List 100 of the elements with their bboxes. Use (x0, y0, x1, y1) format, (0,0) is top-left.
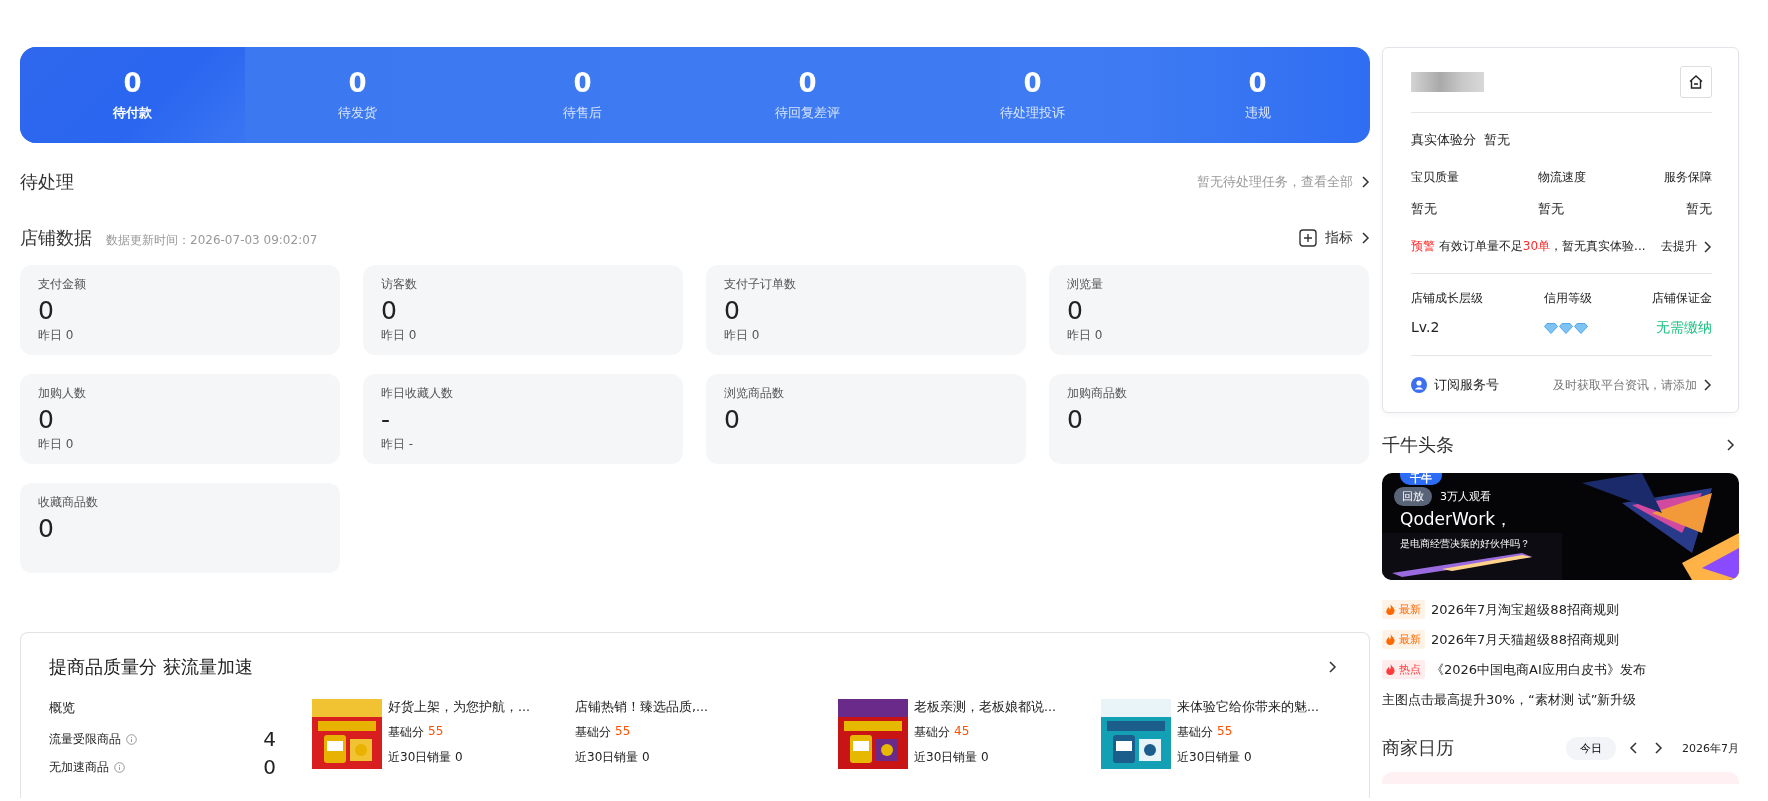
score-value: 55 (1217, 724, 1233, 740)
metric-yesterday: 昨日 0 (724, 327, 761, 344)
metric-label: 支付金额 (38, 276, 87, 293)
panel-title: 提商品质量分 获流量加速 (49, 655, 253, 679)
user-icon (1411, 377, 1427, 393)
banner-subheading: 是电商经营决策的好伙伴吗？ (1400, 537, 1530, 551)
metric-value: - (381, 404, 392, 436)
summary-tab[interactable]: 0 待售后 (470, 47, 695, 143)
metric-label: 加购商品数 (1067, 385, 1128, 402)
chevron-right-icon (1654, 742, 1663, 754)
metric-label: 浏览商品数 (724, 385, 785, 402)
metric-yesterday: 昨日 0 (381, 327, 418, 344)
level-value: Lv.2 (1411, 319, 1441, 335)
summary-tab[interactable]: 0 待付款 (20, 47, 245, 143)
chevron-right-icon (1703, 240, 1712, 253)
product-item[interactable]: 老板亲测，老板娘都说... 基础分 45 近30日销量 0 (838, 699, 1101, 781)
score-label: 基础分 (1177, 724, 1213, 741)
sales-count: 近30日销量 0 (1177, 749, 1253, 766)
flame-icon (1386, 664, 1395, 675)
level-label: 店铺保证金 (1652, 290, 1712, 307)
chevron-right-icon (1703, 379, 1712, 391)
score-value: 暂无 (1411, 200, 1438, 218)
metric-label: 收藏商品数 (38, 494, 99, 511)
summary-tab[interactable]: 0 待回复差评 (695, 47, 920, 143)
news-tag: 最新 (1382, 600, 1425, 619)
chevron-right-icon (1726, 439, 1735, 451)
summary-tab[interactable]: 0 待处理投诉 (920, 47, 1145, 143)
metric-label: 支付子订单数 (724, 276, 797, 293)
score-value: 暂无 (1484, 131, 1510, 149)
product-title: 好货上架，为您护航，... (388, 699, 530, 716)
video-banner[interactable]: 千牛 回放 3万人观看 QoderWork， 是电商经营决策的好伙伴吗？ (1382, 473, 1739, 580)
chevron-right-icon (1361, 232, 1370, 244)
overview-title: 概览 (49, 699, 76, 717)
banner-heading: QoderWork， (1400, 508, 1514, 531)
info-icon (114, 761, 125, 773)
info-icon (126, 733, 137, 745)
metric-value: 0 (38, 295, 55, 327)
metric-label: 浏览量 (1067, 276, 1104, 293)
add-link[interactable]: 及时获取平台资讯，请添加 (1553, 376, 1712, 394)
overview-value: 4 (263, 727, 276, 751)
metric-value: 0 (381, 295, 398, 327)
product-item[interactable]: 店铺热销！臻选品质,... 基础分 55 近30日销量 0 (575, 699, 838, 781)
news-tag: 最新 (1382, 630, 1425, 649)
summary-tab[interactable]: 0 违规 (1145, 47, 1370, 143)
subscribe-link[interactable]: 订阅服务号 (1411, 376, 1499, 394)
metric-value: 0 (1067, 404, 1084, 436)
metric-label: 访客数 (381, 276, 418, 293)
section-title: 店铺数据 (20, 226, 92, 250)
logo-tab: 千牛 (1400, 473, 1442, 485)
chevron-right-icon (1328, 661, 1337, 673)
overview-label: 无加速商品 (49, 758, 109, 776)
score-value: 55 (428, 724, 444, 740)
home-icon (1688, 74, 1704, 90)
flame-icon (1386, 604, 1395, 615)
score-label: 基础分 (388, 724, 424, 741)
score-label: 服务保障 (1664, 169, 1712, 186)
score-label: 基础分 (914, 724, 950, 741)
news-link[interactable]: 最新 2026年7月天猫超级88招商规则 (1382, 629, 1739, 650)
level-label: 店铺成长层级 (1411, 290, 1483, 307)
metric-label: 昨日收藏人数 (381, 385, 454, 402)
news-link[interactable]: 热点 《2026中国电商AI应用白皮书》发布 (1382, 659, 1739, 680)
diamond-icon (1573, 323, 1588, 334)
deposit-status: 无需缴纳 (1656, 319, 1712, 337)
viewer-count: 3万人观看 (1440, 489, 1491, 504)
news-tag: 热点 (1382, 660, 1425, 679)
sales-count: 近30日销量 0 (914, 749, 990, 766)
update-time: 数据更新时间：2026-07-03 09:02:07 (106, 232, 318, 249)
sales-count: 近30日销量 0 (575, 749, 651, 766)
product-item[interactable]: 来体验它给你带来的魅... 基础分 55 近30日销量 0 (1101, 699, 1341, 781)
section-title: 千牛头条 (1382, 433, 1454, 457)
overview-value: 0 (263, 755, 276, 779)
metric-yesterday: 昨日 - (381, 436, 415, 453)
product-title: 来体验它给你带来的魅... (1177, 699, 1319, 716)
score-value: 55 (615, 724, 631, 740)
metric-value: 0 (1067, 295, 1084, 327)
news-link[interactable]: 主图点击最高提升30%，“素材测 试”新升级 (1382, 689, 1739, 710)
metric-value: 0 (38, 404, 55, 436)
metric-yesterday: 昨日 0 (38, 436, 75, 453)
home-button[interactable] (1680, 66, 1712, 98)
level-label: 信用等级 (1543, 290, 1592, 307)
score-value: 暂无 (1686, 200, 1712, 218)
metrics-button[interactable]: 指标 (1299, 229, 1370, 247)
chevron-left-icon (1629, 742, 1638, 754)
summary-tab[interactable]: 0 待发货 (245, 47, 470, 143)
today-button[interactable]: 今日 (1566, 736, 1616, 760)
score-label: 宝贝质量 (1411, 169, 1459, 186)
improve-link[interactable]: 去提升 (1661, 238, 1712, 255)
replay-badge: 回放 (1394, 487, 1432, 506)
score-value: 45 (954, 724, 970, 740)
chevron-right-icon (1361, 176, 1370, 188)
score-label: 基础分 (575, 724, 611, 741)
sales-count: 近30日销量 0 (388, 749, 464, 766)
flame-icon (1386, 634, 1395, 645)
metric-value: 0 (38, 513, 55, 545)
product-title: 店铺热销！臻选品质,... (575, 699, 708, 716)
news-link[interactable]: 最新 2026年7月淘宝超级88招商规则 (1382, 599, 1739, 620)
metric-value: 0 (724, 295, 741, 327)
metric-yesterday: 昨日 0 (1067, 327, 1104, 344)
product-item[interactable]: 好货上架，为您护航，... 基础分 55 近30日销量 0 (312, 699, 575, 781)
diamond-icon (1558, 323, 1573, 334)
